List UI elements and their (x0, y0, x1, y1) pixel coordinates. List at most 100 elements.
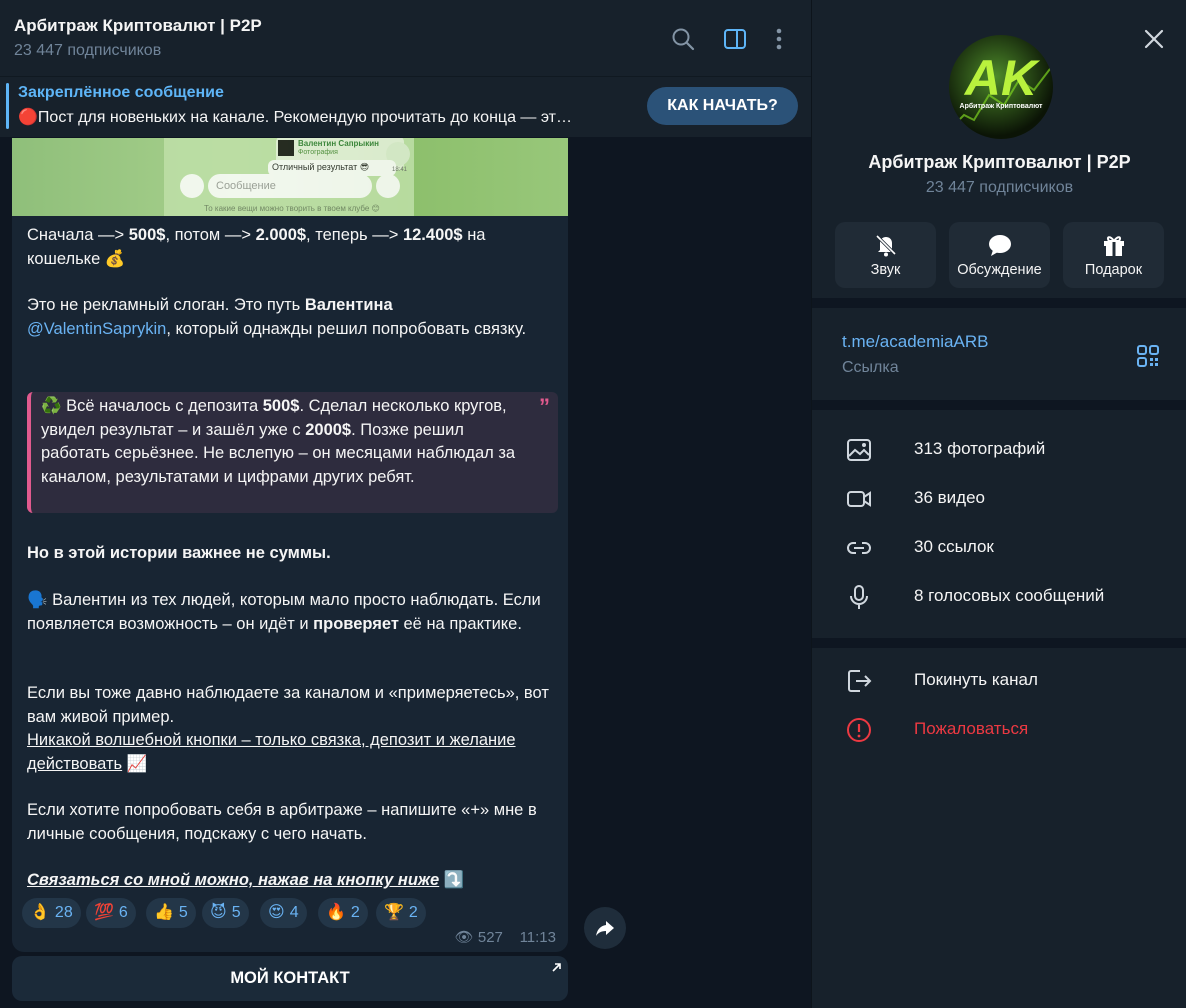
reaction-emoji: 💯 (94, 904, 114, 921)
channel-name: Арбитраж Криптовалют | P2P (868, 152, 1131, 172)
message-paragraph: Если вы тоже давно наблюдаете за каналом… (27, 684, 549, 726)
discussion-button[interactable]: Обсуждение (949, 222, 1050, 288)
chat-header[interactable]: Арбитраж Криптовалют | P2P 23 447 подпис… (0, 0, 811, 77)
message-time: 11:13 (519, 929, 556, 946)
chat-title[interactable]: Арбитраж Криптовалют | P2P (14, 16, 262, 36)
photo-input-placeholder: Сообщение (216, 180, 276, 192)
link-icon (847, 542, 871, 554)
voice-count: 8 голосовых сообщений (914, 586, 1105, 605)
channel-subscribers: 23 447 подписчиков (925, 179, 1074, 196)
gift-icon (1104, 236, 1124, 256)
separator (812, 638, 1186, 648)
message-heading: Но в этой истории важнее не суммы. (27, 544, 331, 562)
reaction-pill[interactable]: 😍 4 (260, 898, 307, 928)
reaction-count: 2 (408, 904, 418, 921)
photo-bottom-text: То какие вещи можно творить в твоем клуб… (204, 204, 380, 213)
mute-button[interactable]: Звук (835, 222, 936, 288)
blockquote: ♻️ Всё началось с депозита 500$. Сделал … (27, 392, 558, 513)
share-arrow-icon (596, 921, 614, 936)
message-bubble: Валентин Сапрыкин Фотография Отличный ре… (12, 138, 568, 952)
reaction-emoji: 🏆 (384, 904, 404, 921)
sidebar-toggle-icon[interactable] (722, 26, 748, 52)
microphone-icon (850, 585, 868, 609)
quote-mark-icon: ” (539, 394, 550, 419)
message-meta: 👁 527 11:13 (455, 928, 556, 946)
reaction-count: 5 (231, 904, 241, 921)
reaction-emoji: 👌 (30, 904, 50, 921)
message-photo[interactable]: Валентин Сапрыкин Фотография Отличный ре… (12, 138, 568, 216)
chat-subscribers: 23 447 подписчиков (14, 42, 162, 59)
pinned-text[interactable]: 🔴Пост для новеньких на канале. Рекоменду… (18, 107, 572, 127)
close-icon[interactable] (1143, 28, 1165, 50)
how-to-start-button[interactable]: КАК НАЧАТЬ? (647, 87, 798, 125)
reaction-emoji: 👍 (154, 904, 174, 921)
my-contact-button[interactable]: МОЙ КОНТАКТ (12, 956, 568, 1001)
mute-label: Звук (870, 262, 901, 278)
channel-link-caption: Ссылка (842, 359, 899, 376)
message-paragraph: 🗣️ Валентин из тех людей, которым мало п… (27, 591, 541, 633)
leave-channel-label: Покинуть канал (914, 670, 1038, 689)
reaction-emoji: 😍 (268, 904, 285, 921)
search-icon[interactable] (670, 26, 696, 52)
message-paragraph: Сначала —> 500$, потом —> 2.000$, теперь… (27, 226, 486, 268)
pinned-title[interactable]: Закреплённое сообщение (18, 84, 224, 102)
photo-icon (847, 439, 871, 461)
chat-bubble-icon (989, 235, 1011, 256)
share-button[interactable] (584, 907, 626, 949)
reaction-count: 28 (54, 904, 73, 921)
photos-count: 313 фотографий (914, 439, 1046, 458)
message-paragraph: Это не рекламный слоган. Это путь Валент… (27, 296, 527, 338)
contact-button-label: МОЙ КОНТАКТ (230, 969, 350, 987)
discussion-label: Обсуждение (957, 262, 1042, 278)
channel-link[interactable]: t.me/academiaARB (842, 332, 988, 352)
reaction-pill[interactable]: 👌 28 (22, 898, 81, 928)
message-paragraph: Связаться со мной можно, нажав на кнопку… (27, 871, 465, 889)
reaction-pill[interactable]: 😈 5 (202, 898, 249, 928)
photo-caption: Фотография (298, 149, 338, 156)
reaction-pill[interactable]: 🏆 2 (376, 898, 426, 928)
gift-button[interactable]: Подарок (1063, 222, 1164, 288)
chat-area: Арбитраж Криптовалют | P2P 23 447 подпис… (0, 0, 811, 1008)
separator (812, 400, 1186, 410)
report-row[interactable]: Пожаловаться (812, 707, 1186, 753)
separator (812, 298, 1186, 308)
media-links-row[interactable]: 30 ссылок (812, 525, 1186, 571)
more-menu-icon[interactable] (766, 26, 792, 52)
mention-link[interactable]: @ValentinSaprykin (27, 320, 166, 338)
leave-channel-row[interactable]: Покинуть канал (812, 658, 1186, 704)
media-photos-row[interactable]: 313 фотографий (812, 427, 1186, 473)
message-paragraph: Никакой волшебной кнопки – только связка… (27, 731, 516, 773)
photo-result: Отличный результат 😎 (272, 162, 370, 172)
reaction-count: 4 (289, 904, 299, 921)
quote-text: ♻️ Всё началось с депозита 500$. Сделал … (41, 397, 516, 486)
reaction-count: 2 (350, 904, 360, 921)
photo-sender: Валентин Сапрыкин (298, 139, 380, 148)
media-voice-row[interactable]: 8 голосовых сообщений (812, 574, 1186, 620)
bell-off-icon (875, 234, 897, 257)
reaction-pill[interactable]: 🔥 2 (318, 898, 368, 928)
photo-time: 18:41 (392, 167, 408, 173)
photo-screenshot: Валентин Сапрыкин Фотография Отличный ре… (164, 138, 414, 216)
reaction-count: 5 (178, 904, 188, 921)
eye-icon: 👁 (454, 929, 474, 946)
videos-count: 36 видео (914, 488, 985, 507)
reaction-emoji: 😈 (210, 904, 227, 921)
reaction-emoji: 🔥 (326, 904, 346, 921)
message-paragraph: Если хотите попробовать себя в арбитраже… (27, 801, 537, 843)
report-label: Пожаловаться (914, 719, 1029, 738)
gift-label: Подарок (1084, 262, 1143, 278)
leave-icon (848, 670, 872, 692)
report-icon (847, 718, 871, 742)
media-videos-row[interactable]: 36 видео (812, 476, 1186, 522)
views-count: 527 (477, 929, 503, 946)
links-count: 30 ссылок (914, 537, 994, 556)
channel-info-panel: AK Арбитраж Криптовалют Арбитраж Криптов… (811, 0, 1186, 1008)
external-link-icon (552, 963, 561, 972)
qr-code-icon[interactable] (1137, 345, 1159, 367)
reaction-pill[interactable]: 💯 6 (86, 898, 136, 928)
reaction-count: 6 (118, 904, 128, 921)
video-icon (847, 491, 871, 507)
avatar-letters: AK (964, 50, 1038, 106)
channel-avatar[interactable]: AK Арбитраж Криптовалют (949, 35, 1053, 139)
reaction-pill[interactable]: 👍 5 (146, 898, 196, 928)
